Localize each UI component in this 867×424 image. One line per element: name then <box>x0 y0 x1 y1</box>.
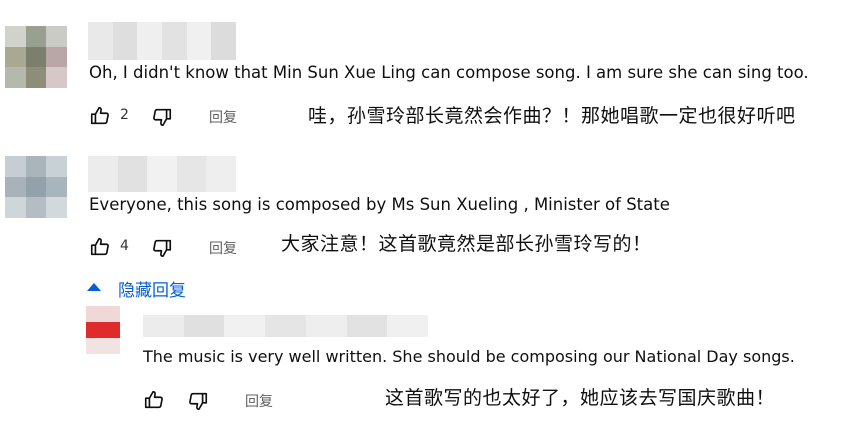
thumb-up-icon[interactable] <box>89 236 111 258</box>
thumb-down-icon[interactable] <box>151 237 173 259</box>
thumb-down-icon[interactable] <box>151 106 173 128</box>
commenter-name[interactable] <box>88 22 237 60</box>
reply-button[interactable]: 回复 <box>209 238 237 258</box>
thumb-down-icon[interactable] <box>187 390 209 412</box>
reply-text: The music is very well written. She shou… <box>143 347 795 366</box>
avatar[interactable] <box>5 26 67 88</box>
translation-caption: 大家注意！这首歌竟然是部长孙雪玲写的！ <box>281 233 652 255</box>
reply-avatar[interactable] <box>86 306 120 354</box>
thumb-up-icon[interactable] <box>89 105 111 127</box>
like-count: 4 <box>120 238 129 254</box>
like-count: 2 <box>120 107 129 123</box>
commenter-name[interactable] <box>88 156 236 192</box>
caret-up-icon[interactable] <box>87 283 101 291</box>
translation-caption: 哇，孙雪玲部长竟然会作曲？！那她唱歌一定也很好听吧 <box>308 105 796 127</box>
thumb-up-icon[interactable] <box>143 389 165 411</box>
avatar[interactable] <box>5 156 67 218</box>
comment-text: Everyone, this song is composed by Ms Su… <box>89 195 670 214</box>
reply-commenter-name[interactable] <box>143 315 429 337</box>
reply-button[interactable]: 回复 <box>209 107 237 127</box>
hide-replies-button[interactable]: 隐藏回复 <box>118 276 186 301</box>
translation-caption: 这首歌写的也太好了，她应该去写国庆歌曲！ <box>385 387 776 409</box>
reply-button[interactable]: 回复 <box>245 391 273 411</box>
comment-text: Oh, I didn't know that Min Sun Xue Ling … <box>89 63 809 82</box>
